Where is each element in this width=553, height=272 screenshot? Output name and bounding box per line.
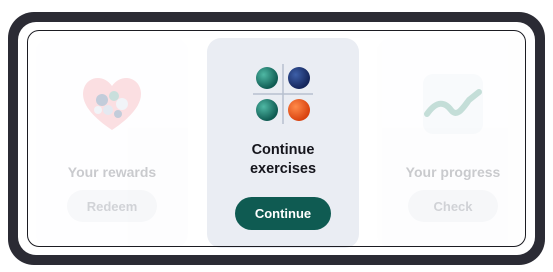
screen: Your rewards Redeem Continue exercises C… xyxy=(18,22,535,255)
progress-card[interactable]: Your progress Check xyxy=(377,38,529,248)
heart-gift-icon xyxy=(78,70,146,138)
device-frame: Your rewards Redeem Continue exercises C… xyxy=(8,12,545,265)
rewards-card[interactable]: Your rewards Redeem xyxy=(36,38,188,248)
redeem-button[interactable]: Redeem xyxy=(67,190,157,222)
card-title: Your progress xyxy=(405,164,501,180)
trend-line-icon xyxy=(419,70,487,138)
card-title: Continue exercises xyxy=(249,142,317,177)
continue-button[interactable]: Continue xyxy=(235,197,331,230)
exercises-card[interactable]: Continue exercises Continue xyxy=(207,38,359,248)
molecule-grid-icon xyxy=(247,58,319,130)
card-title: Your rewards xyxy=(67,164,157,180)
check-button[interactable]: Check xyxy=(408,190,498,222)
